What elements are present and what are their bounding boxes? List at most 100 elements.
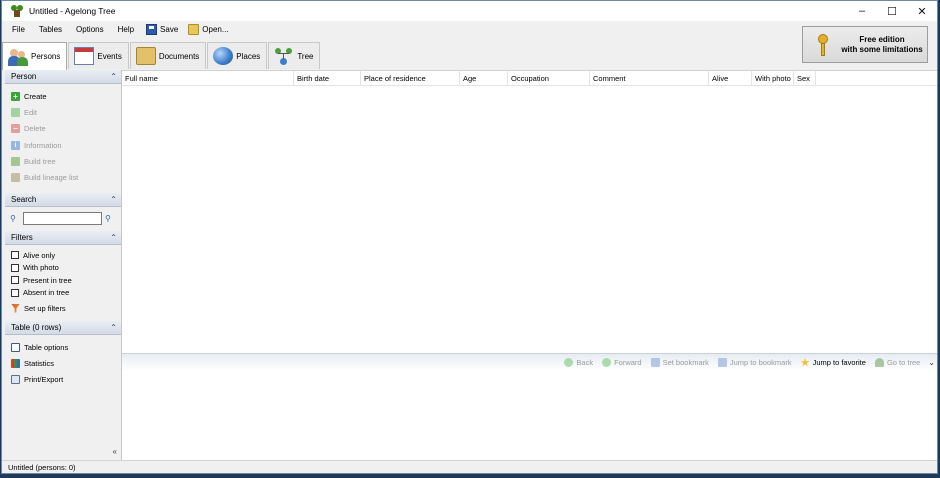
table-icon	[11, 342, 20, 352]
tab-documents[interactable]: Documents	[129, 42, 207, 69]
jump-to-bookmark-button[interactable]: Jump to bookmark	[717, 358, 792, 367]
persons-icon	[8, 48, 28, 66]
column-alive[interactable]: Alive	[709, 71, 752, 85]
collapse-icon[interactable]: ⌃	[110, 323, 117, 332]
forward-label: Forward	[614, 358, 642, 367]
bar-chart-icon	[11, 358, 20, 368]
tab-documents-label: Documents	[158, 51, 200, 61]
collapse-icon[interactable]: ⌃	[110, 233, 117, 242]
family-tree-icon	[274, 47, 294, 65]
maximize-button[interactable]: ☐	[877, 1, 907, 21]
search-header-label: Search	[11, 195, 37, 204]
menu-help[interactable]: Help	[109, 25, 139, 34]
back-label: Back	[576, 358, 594, 367]
column-sex[interactable]: Sex	[794, 71, 816, 85]
delete-action[interactable]: − Delete	[11, 121, 121, 137]
filter-present-in-tree[interactable]: Present in tree	[11, 274, 121, 287]
collapse-icon[interactable]: ⌃	[110, 195, 117, 204]
column-age[interactable]: Age	[460, 71, 508, 85]
advanced-search-icon[interactable]: ⚲	[105, 214, 114, 223]
column-occupation[interactable]: Occupation	[508, 71, 590, 85]
build-lineage-label: Build lineage list	[24, 173, 79, 183]
navigation-toolbar: Back Forward Set bookmark Jump to bookma…	[122, 353, 937, 371]
person-header-label: Person	[11, 72, 37, 81]
jump-to-favorite-button[interactable]: Jump to favorite	[800, 358, 866, 367]
tab-persons[interactable]: Persons	[2, 42, 68, 70]
edit-action[interactable]: Edit	[11, 104, 121, 120]
build-tree-action[interactable]: Build tree	[11, 153, 121, 169]
create-action[interactable]: + Create	[11, 88, 121, 104]
person-section-header[interactable]: Person ⌃	[5, 70, 121, 84]
search-input[interactable]	[23, 212, 102, 225]
tab-events[interactable]: Events	[68, 42, 129, 69]
menu-file[interactable]: File	[2, 25, 30, 34]
forward-arrow-icon	[602, 358, 612, 367]
bookmark-icon	[650, 358, 660, 367]
tab-places[interactable]: Places	[207, 42, 268, 69]
column-place-of-residence[interactable]: Place of residence	[361, 71, 460, 85]
save-icon	[146, 24, 158, 35]
set-up-filters-label: Set up filters	[24, 303, 66, 313]
globe-icon	[213, 47, 234, 65]
go-to-tree-button[interactable]: Go to tree	[874, 358, 920, 367]
persons-table[interactable]: Full name Birth date Place of residence …	[122, 70, 937, 353]
detail-pane	[122, 371, 937, 460]
back-button[interactable]: Back	[564, 358, 593, 367]
information-action[interactable]: i Information	[11, 137, 121, 153]
search-section-header[interactable]: Search ⌃	[5, 193, 121, 207]
status-text: Untitled (persons: 0)	[8, 463, 76, 472]
statistics-label: Statistics	[24, 358, 55, 368]
collapse-icon[interactable]: ⌃	[110, 72, 117, 81]
checkbox[interactable]	[11, 251, 19, 260]
statistics-action[interactable]: Statistics	[11, 355, 121, 371]
chevron-down-icon[interactable]: ⌄	[928, 358, 935, 367]
license-line2: with some limitations	[841, 44, 923, 54]
tab-events-label: Events	[97, 51, 122, 61]
menu-options[interactable]: Options	[67, 25, 109, 34]
lineage-icon	[11, 173, 20, 183]
checkbox[interactable]	[11, 288, 19, 297]
printer-icon	[11, 375, 20, 385]
tab-tree[interactable]: Tree	[268, 42, 321, 69]
left-panel: Person ⌃ + Create Edit − Delete i Inform…	[5, 70, 122, 460]
build-lineage-action[interactable]: Build lineage list	[11, 169, 121, 185]
checkbox[interactable]	[11, 263, 19, 272]
filter-with-photo[interactable]: With photo	[11, 262, 121, 275]
table-section-header[interactable]: Table (0 rows) ⌃	[5, 321, 121, 335]
set-up-filters-action[interactable]: Set up filters	[11, 300, 121, 316]
open-button[interactable]: Open...	[185, 24, 231, 35]
filter-present-label: Present in tree	[23, 275, 72, 285]
table-header-label: Table (0 rows)	[11, 323, 62, 332]
filter-alive-only[interactable]: Alive only	[11, 249, 121, 262]
column-comment[interactable]: Comment	[590, 71, 709, 85]
collapse-panel-icon[interactable]: «	[113, 447, 117, 456]
filter-absent-in-tree[interactable]: Absent in tree	[11, 287, 121, 300]
main-window: Untitled - Agelong Tree – ☐ ✕ File Table…	[1, 0, 938, 474]
minimize-button[interactable]: –	[847, 1, 877, 21]
checkbox[interactable]	[11, 276, 19, 285]
tab-persons-label: Persons	[31, 52, 61, 61]
table-options-action[interactable]: Table options	[11, 339, 121, 355]
bookmark-jump-icon	[717, 358, 727, 367]
jump-to-favorite-label: Jump to favorite	[812, 358, 866, 367]
column-birth-date[interactable]: Birth date	[294, 71, 361, 85]
set-bookmark-label: Set bookmark	[662, 358, 709, 367]
column-full-name[interactable]: Full name	[122, 71, 294, 85]
filters-header-label: Filters	[11, 233, 33, 242]
forward-button[interactable]: Forward	[602, 358, 642, 367]
license-text: Free edition with some limitations	[829, 35, 927, 55]
window-title: Untitled - Agelong Tree	[29, 6, 116, 16]
menu-tables[interactable]: Tables	[30, 25, 67, 34]
filters-section-header[interactable]: Filters ⌃	[5, 231, 121, 245]
license-button[interactable]: Free edition with some limitations	[802, 26, 928, 63]
column-with-photo[interactable]: With photo	[752, 71, 794, 85]
save-button[interactable]: Save	[143, 24, 181, 35]
print-export-label: Print/Export	[24, 375, 64, 385]
print-export-action[interactable]: Print/Export	[11, 372, 121, 388]
close-button[interactable]: ✕	[907, 1, 937, 21]
documents-icon	[135, 47, 156, 65]
edit-icon	[11, 107, 20, 117]
person-search-icon: ⚲	[10, 214, 16, 223]
set-bookmark-button[interactable]: Set bookmark	[650, 358, 709, 367]
table-options-label: Table options	[24, 342, 69, 352]
